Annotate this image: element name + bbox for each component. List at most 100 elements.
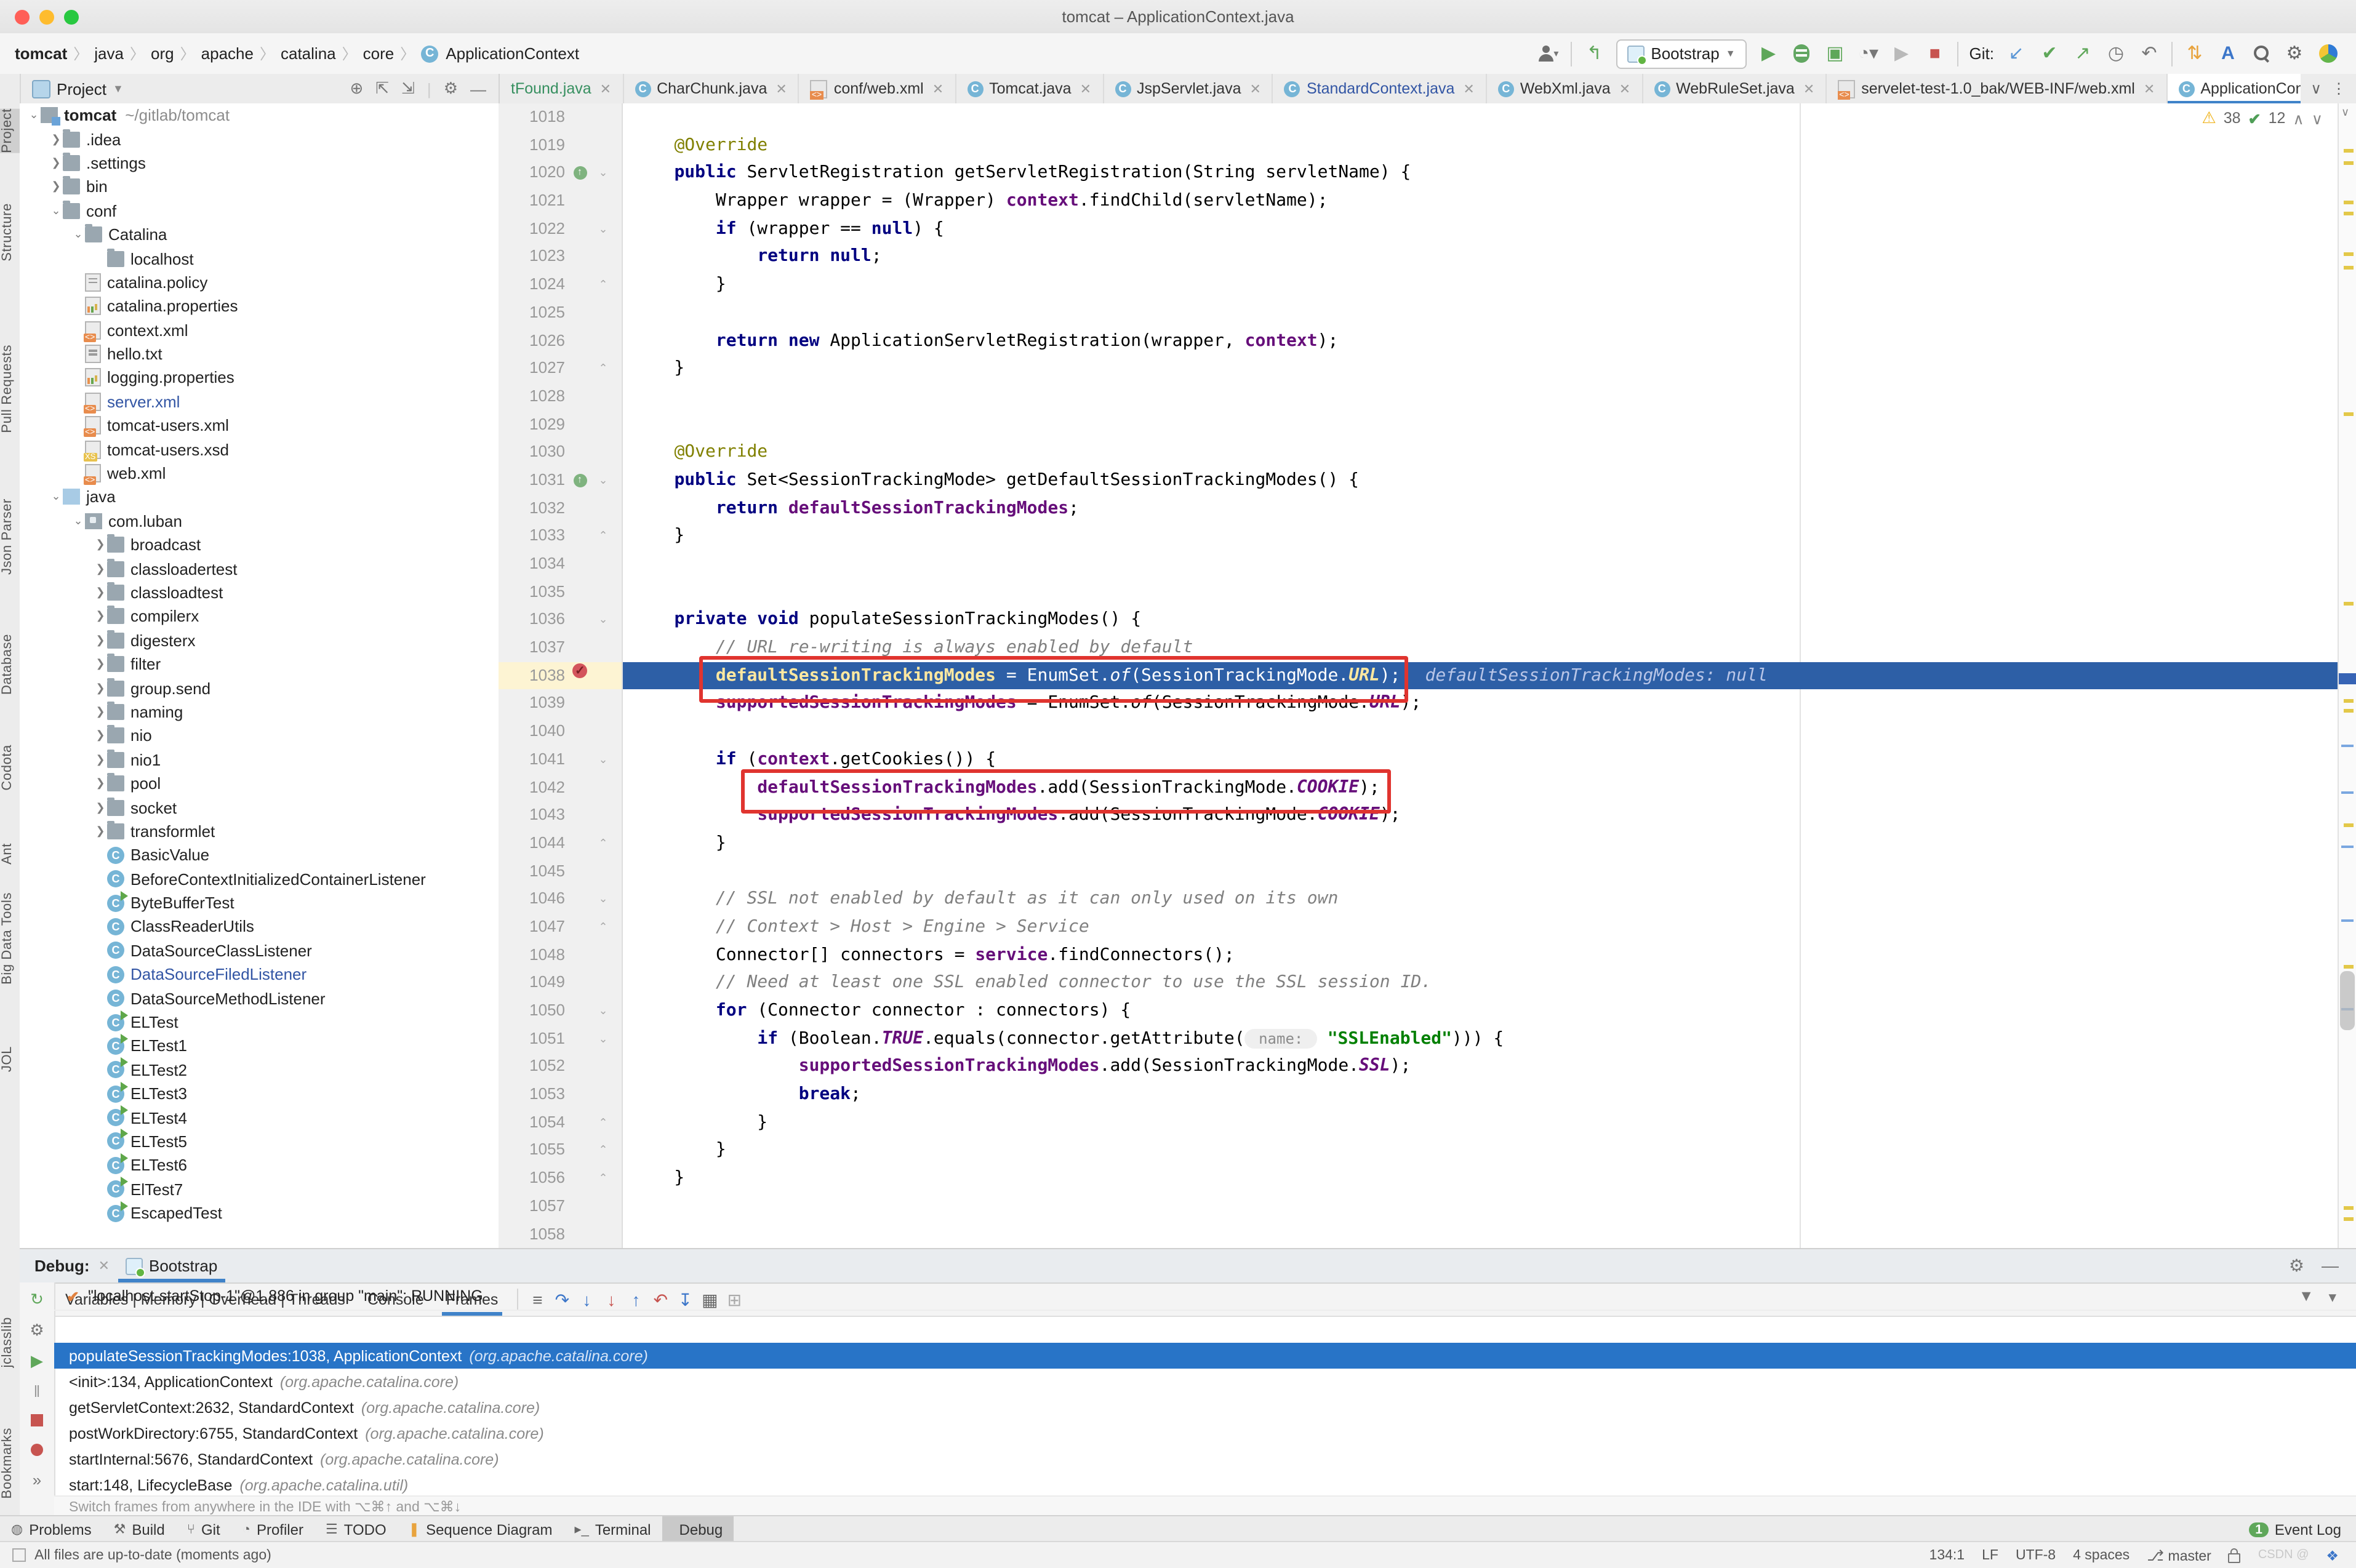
gutter[interactable]: 1056⌃ xyxy=(499,1164,623,1192)
coverage-icon[interactable]: ▣ xyxy=(1824,41,1846,66)
collapse-icon[interactable]: ∨ xyxy=(2341,106,2349,119)
gutter[interactable]: 1018 xyxy=(499,103,623,131)
line-ending[interactable]: LF xyxy=(1982,1548,1998,1562)
event-log-label[interactable]: Event Log xyxy=(2275,1521,2341,1538)
tree-item-datasourcefiledlistener[interactable]: CDataSourceFiledListener xyxy=(20,962,499,986)
tree-chevron-icon[interactable]: ❯ xyxy=(49,132,63,146)
gutter[interactable]: 1053 xyxy=(499,1081,623,1108)
tool-stripe-database[interactable]: Database xyxy=(0,634,20,695)
breadcrumb-item[interactable]: catalina xyxy=(281,44,336,63)
tree-item-logging-properties[interactable]: logging.properties xyxy=(20,366,499,390)
tree-chevron-icon[interactable]: ❯ xyxy=(94,657,107,671)
warning-stripe-mark[interactable] xyxy=(2344,252,2354,256)
gutter[interactable]: 1032 xyxy=(499,494,623,522)
gutter[interactable]: 1027⌃ xyxy=(499,354,623,382)
code-line-1044[interactable]: 1044⌃ } xyxy=(499,830,2339,857)
git-update-icon[interactable]: ↙ xyxy=(2005,41,2027,66)
fold-marker-icon[interactable]: ⌄ xyxy=(595,466,612,494)
breadcrumb-item[interactable]: org xyxy=(151,44,174,63)
tree-chevron-icon[interactable]: ❯ xyxy=(94,777,107,790)
toolwindow-button-sequence-diagram[interactable]: ❚Sequence Diagram xyxy=(398,1516,564,1542)
code-line-1026[interactable]: 1026 return new ApplicationServletRegist… xyxy=(499,327,2339,354)
collapse-all-icon[interactable]: ⇲ xyxy=(401,79,415,98)
code-line-1048[interactable]: 1048 Connector[] connectors = service.fi… xyxy=(499,941,2339,969)
tool-stripe-pull-requests[interactable]: Pull Requests xyxy=(0,345,20,433)
gutter[interactable]: 1044⌃ xyxy=(499,830,623,857)
rerun-icon[interactable]: ↻ xyxy=(30,1290,44,1310)
editor-tab-jspservlet-java[interactable]: CJspServlet.java✕ xyxy=(1104,74,1273,103)
more-vertical-icon[interactable]: ⋮ xyxy=(2331,80,2346,97)
fold-marker-icon[interactable]: ⌃ xyxy=(595,522,612,550)
run-icon[interactable]: ▶ xyxy=(1758,41,1780,66)
info-stripe-mark[interactable] xyxy=(2341,846,2354,848)
code-line-1053[interactable]: 1053 break; xyxy=(499,1081,2339,1108)
history-icon[interactable]: ◷ xyxy=(2105,41,2127,66)
code-line-1024[interactable]: 1024⌃ } xyxy=(499,271,2339,298)
tree-item-tomcat-users-xml[interactable]: tomcat-users.xml xyxy=(20,414,499,438)
tree-item-transformlet[interactable]: ❯transformlet xyxy=(20,819,499,843)
stack-frame-row[interactable]: postWorkDirectory:6755, StandardContext(… xyxy=(54,1420,2356,1446)
code-line-1021[interactable]: 1021 Wrapper wrapper = (Wrapper) context… xyxy=(499,187,2339,215)
tree-chevron-icon[interactable]: ❯ xyxy=(94,681,107,695)
prev-warning-icon[interactable]: ∧ xyxy=(2293,109,2304,127)
tree-chevron-icon[interactable]: ⌄ xyxy=(27,108,41,122)
indent-setting[interactable]: 4 spaces xyxy=(2073,1548,2130,1562)
tree-item-datasourcemethodlistener[interactable]: CDataSourceMethodListener xyxy=(20,986,499,1010)
gutter[interactable]: 1020↑⌄ xyxy=(499,159,623,187)
gutter[interactable]: 1046⌄ xyxy=(499,886,623,913)
lock-icon[interactable] xyxy=(2229,1553,2241,1562)
warning-stripe-mark[interactable] xyxy=(2344,149,2354,153)
toolwindow-button-todo[interactable]: ☰TODO xyxy=(315,1516,398,1542)
warning-stripe-mark[interactable] xyxy=(2344,412,2354,416)
tree-chevron-icon[interactable]: ❯ xyxy=(94,586,107,599)
stack-frame-row[interactable]: startInternal:5676, StandardContext(org.… xyxy=(54,1446,2356,1472)
gutter[interactable]: 1049 xyxy=(499,969,623,997)
tree-item-classloadtest[interactable]: ❯classloadtest xyxy=(20,581,499,605)
gutter[interactable]: 1029 xyxy=(499,410,623,438)
tree-item-catalina[interactable]: ⌄Catalina xyxy=(20,223,499,247)
gutter[interactable]: 1045 xyxy=(499,857,623,885)
tree-chevron-icon[interactable]: ❯ xyxy=(94,801,107,814)
gutter[interactable]: 1038 xyxy=(499,662,623,690)
tree-item-naming[interactable]: ❯naming xyxy=(20,700,499,724)
more-icon[interactable]: » xyxy=(33,1471,41,1489)
tree-item-eltest[interactable]: CELTest xyxy=(20,1010,499,1034)
tree-item--settings[interactable]: ❯.settings xyxy=(20,151,499,175)
code-line-1055[interactable]: 1055⌃ } xyxy=(499,1137,2339,1164)
code-line-1030[interactable]: 1030 @Override xyxy=(499,439,2339,466)
breadcrumb[interactable]: tomcat〉java〉org〉apache〉catalina〉core〉CAp… xyxy=(12,43,582,64)
tree-item-hello-txt[interactable]: hello.txt xyxy=(20,342,499,366)
profiler-icon[interactable]: ◔▾ xyxy=(1857,41,1880,66)
tree-item-web-xml[interactable]: web.xml xyxy=(20,462,499,486)
toolwindow-button-build[interactable]: ⚒Build xyxy=(103,1516,176,1542)
code-line-1027[interactable]: 1027⌃ } xyxy=(499,354,2339,382)
search-icon[interactable] xyxy=(2250,41,2272,66)
gutter[interactable]: 1025 xyxy=(499,299,623,327)
code-line-1045[interactable]: 1045 xyxy=(499,857,2339,885)
code-line-1054[interactable]: 1054⌃ } xyxy=(499,1109,2339,1137)
tool-stripe-codota[interactable]: Codota xyxy=(0,745,20,791)
fold-marker-icon[interactable]: ⌃ xyxy=(595,1164,612,1192)
tree-item-nio1[interactable]: ❯nio1 xyxy=(20,748,499,772)
next-warning-icon[interactable]: ∨ xyxy=(2312,109,2323,127)
gutter[interactable]: 1055⌃ xyxy=(499,1137,623,1164)
close-tab-icon[interactable]: ✕ xyxy=(1463,81,1474,97)
warning-stripe-mark[interactable] xyxy=(2344,965,2354,969)
tree-chevron-icon[interactable]: ❯ xyxy=(94,753,107,766)
tree-chevron-icon[interactable]: ⌄ xyxy=(71,228,85,241)
gutter[interactable]: 1028 xyxy=(499,383,623,410)
locate-icon[interactable]: ⊕ xyxy=(350,79,363,98)
code-line-1052[interactable]: 1052 supportedSessionTrackingModes.add(S… xyxy=(499,1053,2339,1081)
close-tab-icon[interactable]: ✕ xyxy=(2144,81,2155,97)
gutter[interactable]: 1019 xyxy=(499,131,623,159)
warning-stripe-mark[interactable] xyxy=(2344,201,2354,204)
breadcrumb-item[interactable]: apache xyxy=(201,44,254,63)
tool-stripe-project[interactable]: Project xyxy=(0,108,20,153)
tool-stripe-json-parser[interactable]: Json Parser xyxy=(0,498,20,575)
fold-marker-icon[interactable]: ⌄ xyxy=(595,606,612,634)
editor-tab-applicationcontext-java[interactable]: CApplicationContext.java✕ xyxy=(2167,74,2301,103)
code-line-1042[interactable]: 1042 defaultSessionTrackingModes.add(Ses… xyxy=(499,774,2339,801)
toolwindow-button-git[interactable]: ⑂Git xyxy=(176,1516,231,1542)
gutter[interactable]: 1047⌃ xyxy=(499,913,623,941)
tool-stripe-jol[interactable]: JOL xyxy=(0,1046,20,1072)
